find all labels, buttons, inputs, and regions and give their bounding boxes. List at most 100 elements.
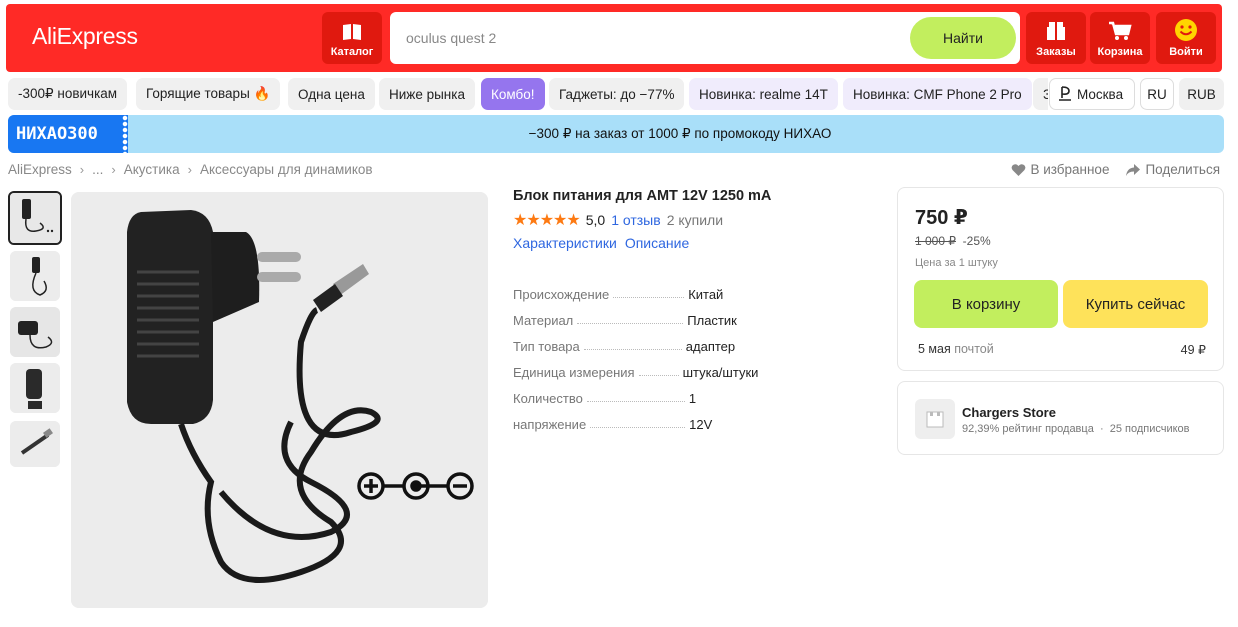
spec-leader bbox=[586, 391, 685, 402]
delivery-info[interactable]: 5 мая почтой bbox=[918, 342, 994, 356]
add-to-cart-button[interactable]: В корзину bbox=[914, 280, 1058, 328]
orders-box-icon bbox=[1047, 22, 1065, 40]
adapter-thumbnail-image bbox=[10, 363, 60, 413]
breadcrumb-speaker-accessories[interactable]: Аксессуары для динамиков bbox=[200, 162, 373, 177]
location-pin-icon bbox=[1059, 86, 1071, 101]
chevron-right-icon: › bbox=[111, 162, 116, 177]
promo-banner[interactable]: НИХАО300 −300 ₽ на заказ от 1000 ₽ по пр… bbox=[8, 115, 1224, 153]
breadcrumb-ellipsis[interactable]: ... bbox=[92, 162, 103, 177]
pill-newcomers[interactable]: -300₽ новичкам bbox=[8, 78, 128, 110]
pill-realme[interactable]: Новинка: realme 14T bbox=[689, 78, 838, 110]
spec-key: Происхождение bbox=[513, 287, 610, 302]
thumbnail-5[interactable] bbox=[10, 421, 60, 467]
store-card[interactable]: Chargers Store 92,39% рейтинг продавца ·… bbox=[897, 381, 1224, 455]
heart-icon bbox=[1012, 163, 1026, 176]
city-selector[interactable]: Москва bbox=[1049, 78, 1135, 110]
pill-combo[interactable]: Комбо! bbox=[481, 78, 545, 110]
language-selector[interactable]: RU bbox=[1140, 78, 1174, 110]
orders-button[interactable]: Заказы bbox=[1026, 12, 1086, 64]
currency-selector[interactable]: RUB bbox=[1179, 78, 1224, 110]
adapter-thumbnail-image bbox=[10, 421, 60, 467]
old-price: 1 000 ₽ bbox=[915, 234, 956, 248]
search-button[interactable]: Найти bbox=[910, 17, 1016, 59]
spec-row: Единица измерения штука/штуки bbox=[513, 365, 813, 391]
login-button[interactable]: Войти bbox=[1156, 12, 1216, 64]
thumbnail-1[interactable] bbox=[8, 191, 62, 245]
breadcrumb-acoustics[interactable]: Акустика bbox=[124, 162, 180, 177]
cart-button[interactable]: Корзина bbox=[1090, 12, 1150, 64]
rating-row: ★★★★★ 5,0 1 отзыв 2 купили bbox=[513, 210, 723, 230]
unit-note: Цена за 1 штуку bbox=[915, 257, 998, 269]
delivery-method: почтой bbox=[954, 342, 994, 356]
product-tabs: Характеристики Описание bbox=[513, 235, 689, 251]
promo-text: −300 ₽ на заказ от 1000 ₽ по промокоду Н… bbox=[528, 126, 832, 141]
breadcrumb: AliExpress › ... › Акустика › Аксессуары… bbox=[8, 162, 373, 177]
pill-below-market[interactable]: Ниже рынка bbox=[379, 78, 475, 110]
spec-value: Пластик bbox=[687, 313, 737, 328]
search-input[interactable]: oculus quest 2 bbox=[406, 30, 496, 46]
promo-code: НИХАО300 bbox=[8, 115, 128, 153]
spec-leader bbox=[613, 287, 685, 298]
thumbnail-3[interactable] bbox=[10, 307, 60, 357]
spec-value: 1 bbox=[688, 391, 697, 406]
category-pills: -300₽ новичкам Горящие товары 🔥 Одна цен… bbox=[8, 78, 1048, 110]
store-stats: 92,39% рейтинг продавца · 25 подписчиков bbox=[962, 423, 1190, 435]
search-bar[interactable]: oculus quest 2 Найти bbox=[390, 12, 1020, 64]
pill-gadgets[interactable]: Гаджеты: до −77% bbox=[549, 78, 685, 110]
breadcrumb-home[interactable]: AliExpress bbox=[8, 162, 72, 177]
bought-count: 2 купили bbox=[666, 212, 724, 228]
spec-value: Китай bbox=[688, 287, 724, 302]
store-name[interactable]: Chargers Store bbox=[962, 405, 1056, 420]
share-arrow-icon bbox=[1126, 163, 1141, 176]
catalog-button[interactable]: Каталог bbox=[322, 12, 382, 64]
thumbnail-4[interactable] bbox=[10, 363, 60, 413]
current-price: 750 ₽ bbox=[915, 207, 968, 229]
login-label: Войти bbox=[1169, 46, 1203, 58]
spec-value: 12V bbox=[689, 417, 713, 432]
spec-key: Количество bbox=[513, 391, 583, 406]
spec-key: Единица измерения bbox=[513, 365, 635, 380]
reviews-link[interactable]: 1 отзыв bbox=[611, 212, 661, 228]
spec-row: Материал Пластик bbox=[513, 313, 813, 339]
tab-description[interactable]: Описание bbox=[625, 235, 689, 251]
aliexpress-logo[interactable]: AliExpress bbox=[32, 23, 138, 50]
spec-list: Происхождение Китай Материал Пластик Тип… bbox=[513, 287, 813, 443]
city-label: Москва bbox=[1077, 86, 1124, 102]
catalog-label: Каталог bbox=[330, 46, 374, 58]
spec-leader bbox=[590, 417, 686, 428]
adapter-thumbnail-image bbox=[10, 307, 60, 357]
thumbnail-2[interactable] bbox=[10, 251, 60, 301]
spec-value: адаптер bbox=[685, 339, 736, 354]
product-title: Блок питания для AMT 12V 1250 mA bbox=[513, 188, 772, 204]
adapter-thumbnail-image bbox=[10, 251, 60, 301]
tab-specs[interactable]: Характеристики bbox=[513, 235, 617, 251]
product-main-image[interactable] bbox=[71, 192, 488, 608]
store-subscribers: 25 подписчиков bbox=[1109, 423, 1190, 435]
share-button[interactable]: Поделиться bbox=[1125, 162, 1220, 177]
pill-hot-deals[interactable]: Горящие товары 🔥 bbox=[136, 78, 281, 110]
buy-now-button[interactable]: Купить сейчас bbox=[1063, 280, 1208, 328]
store-icon bbox=[915, 399, 955, 439]
smiley-icon bbox=[1175, 19, 1197, 41]
spec-row: напряжение 12V bbox=[513, 417, 813, 443]
chevron-right-icon: › bbox=[79, 162, 85, 177]
spec-row: Тип товара адаптер bbox=[513, 339, 813, 365]
orders-label: Заказы bbox=[1036, 46, 1076, 58]
favorite-label: В избранное bbox=[1030, 162, 1110, 177]
spec-leader bbox=[638, 365, 679, 376]
spec-leader bbox=[577, 313, 684, 324]
delivery-cost: 49 ₽ bbox=[1180, 343, 1206, 357]
spec-key: Тип товара bbox=[513, 339, 580, 354]
pill-more[interactable]: З bbox=[1033, 78, 1048, 110]
product-actions: В избранное Поделиться bbox=[1011, 162, 1220, 177]
spec-value: штука/штуки bbox=[682, 365, 759, 380]
chevron-right-icon: › bbox=[187, 162, 192, 177]
favorite-button[interactable]: В избранное bbox=[1011, 162, 1109, 177]
price-card: 750 ₽ 1 000 ₽ -25% Цена за 1 штуку В кор… bbox=[897, 187, 1224, 371]
delivery-date: 5 мая bbox=[918, 342, 951, 356]
rating-stars-icon: ★★★★★ bbox=[513, 212, 581, 229]
pill-cmf-phone[interactable]: Новинка: CMF Phone 2 Pro bbox=[843, 78, 1032, 110]
spec-row: Количество 1 bbox=[513, 391, 813, 417]
pill-one-price[interactable]: Одна цена bbox=[288, 78, 375, 110]
spec-row: Происхождение Китай bbox=[513, 287, 813, 313]
